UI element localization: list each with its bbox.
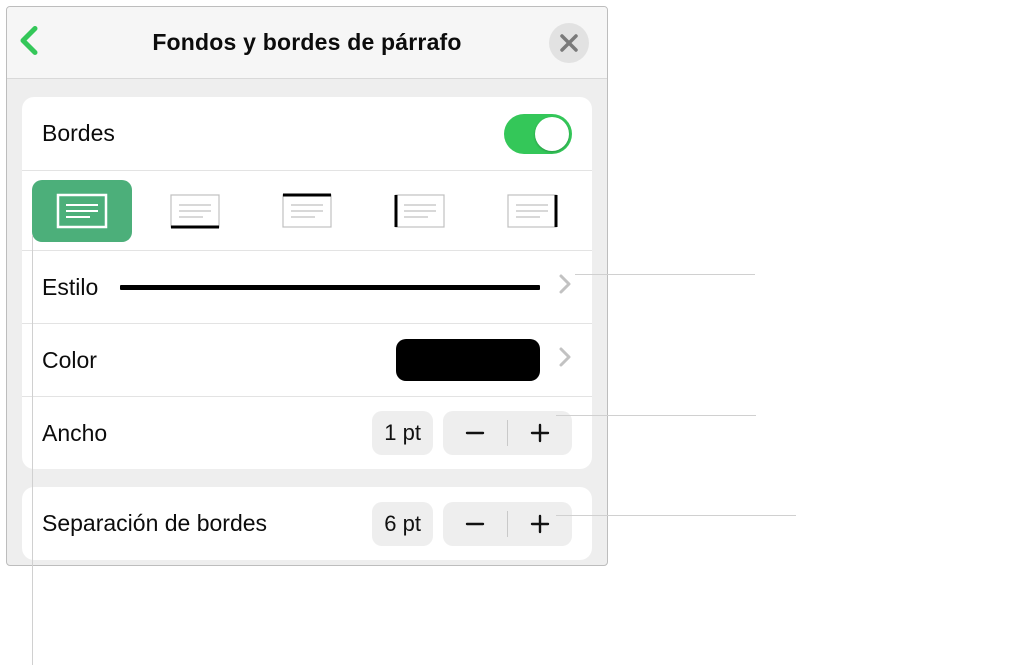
border-bottom-icon: [169, 193, 221, 229]
offset-label: Separación de bordes: [42, 510, 267, 537]
border-right-icon: [506, 193, 558, 229]
border-right-tab[interactable]: [482, 180, 582, 242]
line-style-preview: [120, 285, 540, 290]
border-left-icon: [394, 193, 446, 229]
chevron-right-icon: [558, 273, 572, 301]
style-label: Estilo: [42, 274, 98, 301]
minus-icon: [464, 422, 486, 444]
border-all-tab[interactable]: [32, 180, 132, 242]
border-bottom-tab[interactable]: [145, 180, 245, 242]
close-button[interactable]: [549, 23, 589, 63]
offset-row: Separación de bordes 6 pt: [22, 487, 592, 560]
borders-card: Bordes: [22, 97, 592, 469]
minus-icon: [464, 513, 486, 535]
offset-decrement-button[interactable]: [443, 502, 507, 546]
color-swatch: [396, 339, 540, 381]
offset-card: Separación de bordes 6 pt: [22, 487, 592, 560]
paragraph-borders-panel: Fondos y bordes de párrafo Bordes: [6, 6, 608, 566]
offset-increment-button[interactable]: [508, 502, 572, 546]
back-button[interactable]: [17, 25, 43, 60]
callout-leader: [32, 235, 33, 665]
offset-stepper: [443, 502, 572, 546]
border-all-icon: [56, 193, 108, 229]
chevron-right-icon: [558, 346, 572, 374]
plus-icon: [529, 422, 551, 444]
color-row[interactable]: Color: [22, 323, 592, 396]
width-increment-button[interactable]: [508, 411, 572, 455]
plus-icon: [529, 513, 551, 535]
width-stepper: [443, 411, 572, 455]
border-top-tab[interactable]: [257, 180, 357, 242]
border-top-icon: [281, 193, 333, 229]
width-value: 1 pt: [372, 411, 433, 455]
border-position-tabs: [22, 170, 592, 250]
panel-title: Fondos y bordes de párrafo: [152, 29, 461, 56]
color-label: Color: [42, 347, 97, 374]
close-icon: [559, 33, 579, 53]
border-left-tab[interactable]: [370, 180, 470, 242]
panel-content: Bordes: [7, 79, 607, 560]
offset-value: 6 pt: [372, 502, 433, 546]
borders-toggle-row: Bordes: [22, 97, 592, 170]
borders-toggle[interactable]: [504, 114, 572, 154]
chevron-left-icon: [17, 25, 43, 55]
width-row: Ancho 1 pt: [22, 396, 592, 469]
style-row[interactable]: Estilo: [22, 250, 592, 323]
width-decrement-button[interactable]: [443, 411, 507, 455]
width-label: Ancho: [42, 420, 107, 447]
panel-header: Fondos y bordes de párrafo: [7, 7, 607, 79]
borders-label: Bordes: [42, 120, 115, 147]
